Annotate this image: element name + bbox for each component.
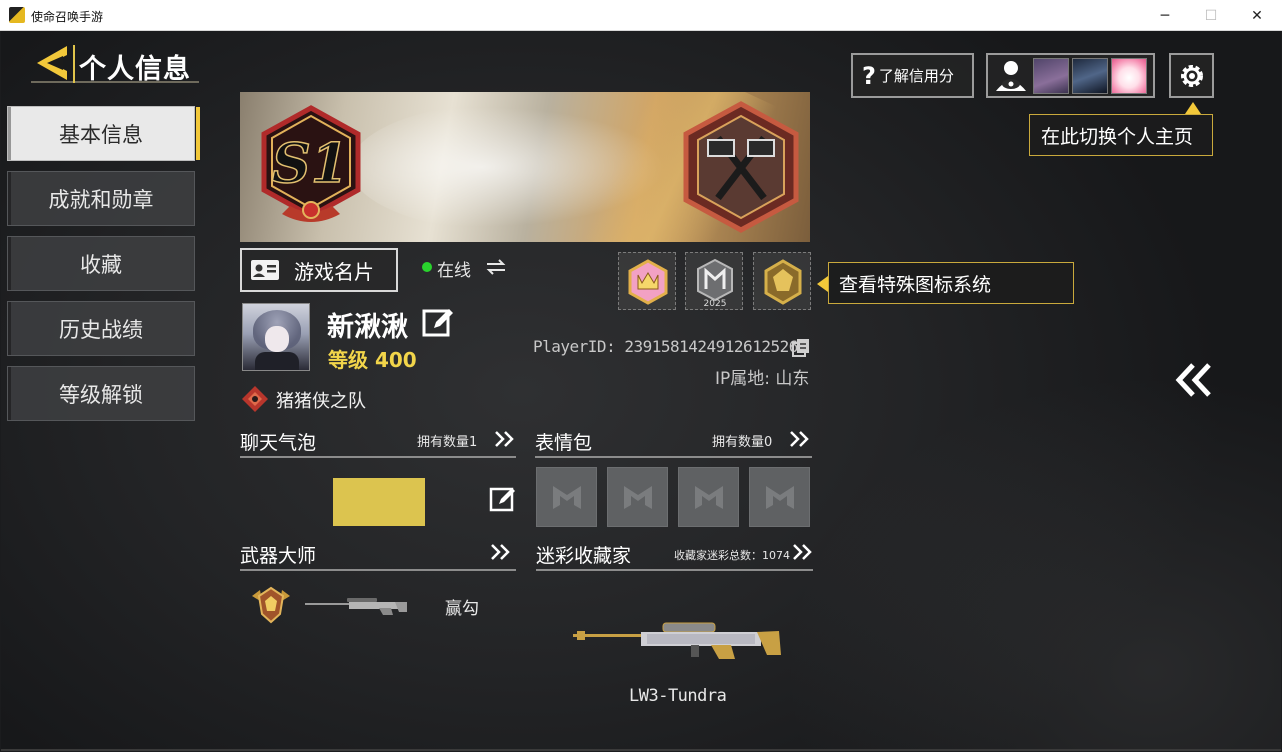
back-arrow-icon[interactable] [33, 44, 69, 82]
player-level: 等级 400 [328, 348, 417, 372]
copy-icon[interactable] [791, 337, 811, 357]
camo-collector-title: 迷彩收藏家 [536, 545, 632, 567]
camo-weapon-image [573, 622, 781, 659]
emote-slot-1[interactable] [536, 467, 597, 527]
special-icon-tip[interactable]: 查看特殊图标系统 [828, 262, 1074, 304]
emote-slot-3[interactable] [678, 467, 739, 527]
eye-profile-icon[interactable] [992, 58, 1030, 94]
online-status: 在线 [437, 261, 471, 281]
sidebar-item-achievements[interactable]: 成就和勋章 [7, 171, 195, 226]
badge-year-text: 2025 [704, 299, 727, 307]
weapon-rank-icon [252, 586, 290, 624]
edit-name-icon[interactable] [422, 306, 454, 338]
window-titlebar: 使命召唤手游 ─ ☐ ✕ [0, 0, 1282, 31]
minimize-button[interactable]: ─ [1142, 0, 1188, 31]
sidebar-item-label: 收藏 [80, 252, 122, 277]
camo-weapon-name: LW3-Tundra [629, 686, 727, 706]
sidebar-item-collection[interactable]: 收藏 [7, 236, 195, 291]
profile-thumb-1[interactable] [1033, 57, 1069, 94]
switch-home-tip[interactable]: 在此切换个人主页 [1029, 114, 1213, 156]
profile-banner[interactable]: S1 [240, 92, 810, 242]
emote-title: 表情包 [535, 432, 593, 454]
game-card-label: 游戏名片 [294, 259, 374, 284]
game-card-button[interactable]: 游戏名片 [240, 248, 398, 292]
gold-rank-badge-icon [764, 259, 802, 305]
sidebar-item-level-unlock[interactable]: 等级解锁 [7, 366, 195, 421]
maximize-button[interactable]: ☐ [1188, 0, 1234, 31]
ip-location: IP属地: 山东 [715, 369, 810, 389]
app-icon [9, 7, 25, 23]
chevron-double-right-icon[interactable] [490, 543, 512, 561]
team-name[interactable]: 猪猪侠之队 [276, 387, 366, 413]
emote-slot-2[interactable] [607, 467, 668, 527]
credit-score-button[interactable]: ? 了解信用分 [851, 53, 974, 98]
tip-pointer [1185, 102, 1201, 114]
sidebar-item-label: 基本信息 [59, 122, 143, 147]
avatar-face [265, 326, 289, 352]
chat-bubble-title: 聊天气泡 [240, 432, 317, 454]
special-badge-slot-3[interactable] [753, 252, 811, 310]
tip-pointer [817, 276, 828, 292]
window-title: 使命召唤手游 [31, 10, 104, 24]
chat-bubble-section-header[interactable]: 聊天气泡 拥有数量1 [240, 428, 516, 458]
weapon-image [305, 598, 407, 615]
edit-bubble-icon[interactable] [489, 485, 517, 513]
settings-button[interactable] [1169, 53, 1214, 98]
gear-icon [1180, 64, 1203, 87]
close-button[interactable]: ✕ [1234, 0, 1280, 31]
double-chevron-left-icon[interactable] [1175, 361, 1213, 399]
camo-collector-count: 收藏家迷彩总数：1074 [674, 549, 790, 562]
sidebar-item-history[interactable]: 历史战绩 [7, 301, 195, 356]
page-title: 个人信息 [79, 54, 191, 85]
emote-placeholder-icon [623, 486, 652, 509]
sidebar-item-label: 等级解锁 [59, 382, 143, 407]
avatar[interactable] [242, 303, 310, 371]
season-year-badge-icon: 2025 [697, 258, 733, 307]
sidebar: 基本信息 成就和勋章 收藏 历史战绩 等级解锁 [7, 106, 200, 431]
chevron-double-right-icon[interactable] [792, 543, 814, 561]
emote-section-header[interactable]: 表情包 拥有数量0 [535, 428, 812, 458]
emote-placeholder-icon [552, 486, 581, 509]
player-id: PlayerID: 2391581424912612526 [533, 337, 798, 356]
online-status-dot [422, 262, 432, 272]
emote-count: 拥有数量0 [712, 435, 773, 450]
sidebar-item-label: 成就和勋章 [48, 187, 154, 212]
season-badge-text: S1 [272, 131, 349, 195]
avatar-body [255, 352, 299, 370]
weapon-master-title: 武器大师 [240, 545, 317, 567]
header-separator [73, 45, 75, 83]
weapon-master-weapon: 赢勾 [445, 599, 479, 619]
game-bottom-edge [1, 749, 1281, 751]
profile-thumb-3[interactable] [1111, 57, 1147, 94]
weapon-master-section-header[interactable]: 武器大师 [240, 541, 516, 571]
chevron-double-right-icon[interactable] [789, 430, 811, 448]
season-badge: S1 [261, 105, 361, 222]
special-badge-slot-1[interactable] [618, 252, 676, 310]
special-badge-slot-2[interactable]: 2025 [685, 252, 743, 310]
player-name: 新湫湫 [327, 312, 408, 343]
swap-icon[interactable] [485, 257, 507, 277]
chat-bubble-count: 拥有数量1 [417, 435, 478, 450]
rank-emblem [683, 101, 799, 233]
chat-bubble-preview[interactable] [333, 478, 425, 526]
profile-switch-group[interactable] [986, 53, 1155, 98]
game-viewport: 个人信息 基本信息 成就和勋章 收藏 历史战绩 等级解锁 S1 游戏名片 在线 … [1, 31, 1281, 751]
emote-placeholder-icon [694, 486, 723, 509]
team-emblem-icon [242, 386, 268, 412]
id-card-icon [251, 260, 279, 280]
chevron-double-right-icon[interactable] [494, 430, 516, 448]
sidebar-item-basic-info[interactable]: 基本信息 [7, 106, 200, 161]
question-icon: ? [862, 61, 876, 90]
emote-placeholder-icon [765, 486, 794, 509]
pink-crown-badge-icon [628, 259, 668, 305]
camo-collector-section-header[interactable]: 迷彩收藏家 收藏家迷彩总数：1074 [536, 541, 813, 571]
sidebar-item-label: 历史战绩 [59, 317, 143, 342]
emote-slot-4[interactable] [749, 467, 810, 527]
credit-score-label: 了解信用分 [878, 67, 954, 85]
profile-thumb-2[interactable] [1072, 57, 1108, 94]
